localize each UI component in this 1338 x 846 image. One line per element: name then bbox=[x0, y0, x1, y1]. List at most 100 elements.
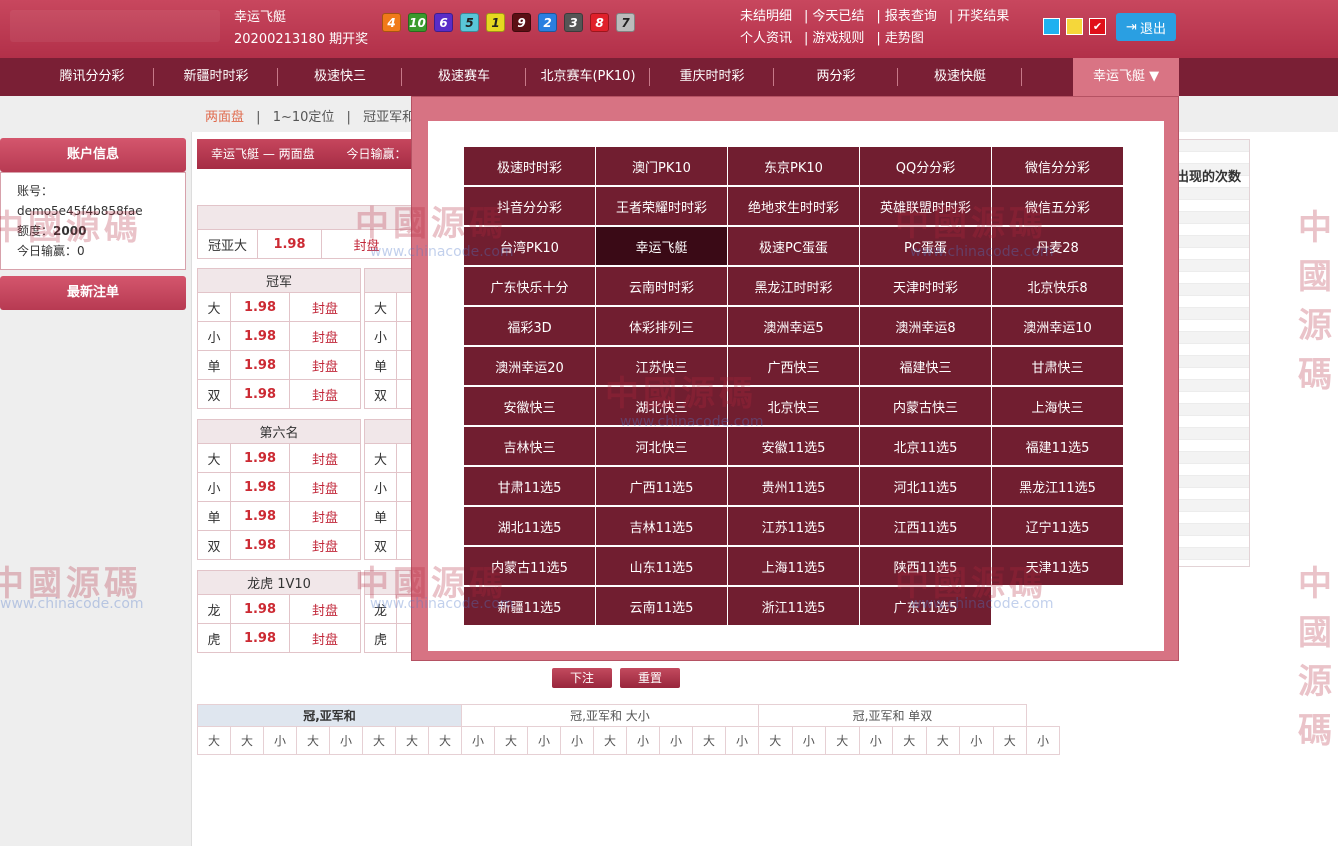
nav-item-game[interactable]: 两分彩 bbox=[774, 58, 898, 96]
game-option[interactable]: 河北快三 bbox=[596, 427, 727, 465]
game-option[interactable]: 澳门PK10 bbox=[596, 147, 727, 185]
bet-odds[interactable]: 1.98 bbox=[230, 321, 290, 351]
game-option[interactable]: 澳洲幸运10 bbox=[992, 307, 1123, 345]
nav-item-game[interactable]: 北京赛车(PK10) bbox=[526, 58, 650, 96]
top-link[interactable]: 今天已结 bbox=[812, 9, 864, 24]
theme-color-swatch[interactable] bbox=[1043, 18, 1060, 35]
bet-odds[interactable]: 1.98 bbox=[230, 472, 290, 502]
history-cell: 大 bbox=[758, 726, 793, 755]
logout-button[interactable]: ⇥ 退出 bbox=[1116, 13, 1176, 41]
game-option[interactable]: 安徽快三 bbox=[464, 387, 595, 425]
game-option[interactable]: 东京PK10 bbox=[728, 147, 859, 185]
nav-item-active[interactable]: 幸运飞艇 ▼ bbox=[1073, 58, 1179, 96]
nav-item-label: 新疆时时彩 bbox=[183, 69, 249, 84]
count-row bbox=[1171, 284, 1249, 296]
game-option[interactable]: 湖北11选5 bbox=[464, 507, 595, 545]
watermark: 中國源碼 bbox=[1298, 208, 1336, 395]
bet-odds[interactable]: 1.98 bbox=[230, 501, 290, 531]
subtab-sum[interactable]: 冠亚军和 bbox=[363, 110, 415, 125]
game-option[interactable]: 广西11选5 bbox=[596, 467, 727, 505]
bet-row: 双 bbox=[364, 379, 412, 409]
count-row bbox=[1171, 464, 1249, 476]
nav-item-game[interactable]: 极速快艇 bbox=[898, 58, 1022, 96]
main-head-title: 幸运飞艇 — 两面盘 bbox=[211, 147, 315, 161]
nav-item-game[interactable]: 极速赛车 bbox=[402, 58, 526, 96]
nav-item-game[interactable]: 腾讯分分彩 bbox=[30, 58, 154, 96]
top-link[interactable]: 走势图 bbox=[885, 31, 924, 46]
top-link[interactable]: 开奖结果 bbox=[957, 9, 1009, 24]
nav-item-game[interactable]: 极速快三 bbox=[278, 58, 402, 96]
theme-color-swatch[interactable] bbox=[1066, 18, 1083, 35]
count-row bbox=[1171, 248, 1249, 260]
count-row bbox=[1171, 356, 1249, 368]
game-option[interactable]: 内蒙古快三 bbox=[860, 387, 991, 425]
account-info-title[interactable]: 账户信息 bbox=[0, 138, 186, 172]
watermark: 中國源碼 bbox=[895, 204, 1047, 244]
game-option[interactable]: 广东快乐十分 bbox=[464, 267, 595, 305]
history-cell: 小 bbox=[858, 726, 893, 755]
bet-odds[interactable]: 1.98 bbox=[230, 623, 290, 653]
game-option[interactable]: 上海11选5 bbox=[728, 547, 859, 585]
bet-odds[interactable]: 1.98 bbox=[230, 530, 290, 560]
game-option[interactable]: 云南11选5 bbox=[596, 587, 727, 625]
bet-odds[interactable]: 1.98 bbox=[257, 229, 322, 259]
game-option[interactable]: 甘肃快三 bbox=[992, 347, 1123, 385]
game-option[interactable]: 极速时时彩 bbox=[464, 147, 595, 185]
bet-odds[interactable]: 1.98 bbox=[230, 594, 290, 624]
top-link[interactable]: 个人资讯 bbox=[740, 31, 792, 46]
top-link[interactable]: 报表查询 bbox=[885, 9, 937, 24]
game-option[interactable]: 浙江11选5 bbox=[728, 587, 859, 625]
game-option[interactable]: 贵州11选5 bbox=[728, 467, 859, 505]
subtab-two-sides[interactable]: 两面盘 bbox=[205, 110, 244, 125]
game-option[interactable]: 王者荣耀时时彩 bbox=[596, 187, 727, 225]
game-option[interactable]: 江苏11选5 bbox=[728, 507, 859, 545]
recent-bets-title[interactable]: 最新注单 bbox=[0, 276, 186, 310]
bet-name: 单 bbox=[197, 501, 231, 531]
game-option[interactable]: 澳洲幸运20 bbox=[464, 347, 595, 385]
section-title-hidden bbox=[364, 268, 412, 293]
game-option[interactable]: 澳洲幸运5 bbox=[728, 307, 859, 345]
count-row bbox=[1171, 548, 1249, 560]
bet-button[interactable]: 下注 bbox=[552, 668, 612, 688]
game-option[interactable]: 北京快乐8 bbox=[992, 267, 1123, 305]
game-option[interactable]: 幸运飞艇 bbox=[596, 227, 727, 265]
game-option[interactable]: 北京11选5 bbox=[860, 427, 991, 465]
game-option[interactable]: 江西11选5 bbox=[860, 507, 991, 545]
game-option[interactable]: 上海快三 bbox=[992, 387, 1123, 425]
nav-item-game[interactable]: 重庆时时彩 bbox=[650, 58, 774, 96]
game-option[interactable]: 澳洲幸运8 bbox=[860, 307, 991, 345]
nav-item-game[interactable]: 新疆时时彩 bbox=[154, 58, 278, 96]
game-option[interactable]: 吉林快三 bbox=[464, 427, 595, 465]
nav-item-label: 极速快三 bbox=[313, 69, 366, 84]
count-row bbox=[1171, 392, 1249, 404]
theme-color-swatch[interactable]: ✔ bbox=[1089, 18, 1106, 35]
bet-odds[interactable]: 1.98 bbox=[230, 443, 290, 473]
game-option[interactable]: 甘肃11选5 bbox=[464, 467, 595, 505]
game-option[interactable]: 吉林11选5 bbox=[596, 507, 727, 545]
game-option[interactable]: QQ分分彩 bbox=[860, 147, 991, 185]
game-option[interactable]: 辽宁11选5 bbox=[992, 507, 1123, 545]
game-option[interactable]: 黑龙江11选5 bbox=[992, 467, 1123, 505]
game-option[interactable]: 黑龙江时时彩 bbox=[728, 267, 859, 305]
game-option[interactable]: 天津时时彩 bbox=[860, 267, 991, 305]
history-cell: 大 bbox=[296, 726, 330, 755]
top-link[interactable]: 未结明细 bbox=[740, 9, 792, 24]
history-cell: 小 bbox=[329, 726, 363, 755]
game-option[interactable]: 极速PC蛋蛋 bbox=[728, 227, 859, 265]
game-option[interactable]: 安徽11选5 bbox=[728, 427, 859, 465]
game-option[interactable]: 河北11选5 bbox=[860, 467, 991, 505]
bet-odds[interactable]: 1.98 bbox=[230, 292, 290, 322]
subtab-position[interactable]: 1~10定位 bbox=[273, 110, 335, 125]
game-option[interactable]: 福建11选5 bbox=[992, 427, 1123, 465]
game-option[interactable]: 福建快三 bbox=[860, 347, 991, 385]
bet-odds[interactable]: 1.98 bbox=[230, 350, 290, 380]
game-option[interactable]: 体彩排列三 bbox=[596, 307, 727, 345]
game-option[interactable]: 绝地求生时时彩 bbox=[728, 187, 859, 225]
top-link[interactable]: 游戏规则 bbox=[812, 31, 864, 46]
game-option[interactable]: 云南时时彩 bbox=[596, 267, 727, 305]
game-option[interactable]: 福彩3D bbox=[464, 307, 595, 345]
bet-odds[interactable]: 1.98 bbox=[230, 379, 290, 409]
reset-button[interactable]: 重置 bbox=[620, 668, 680, 688]
game-option[interactable]: 微信分分彩 bbox=[992, 147, 1123, 185]
game-option[interactable]: 山东11选5 bbox=[596, 547, 727, 585]
